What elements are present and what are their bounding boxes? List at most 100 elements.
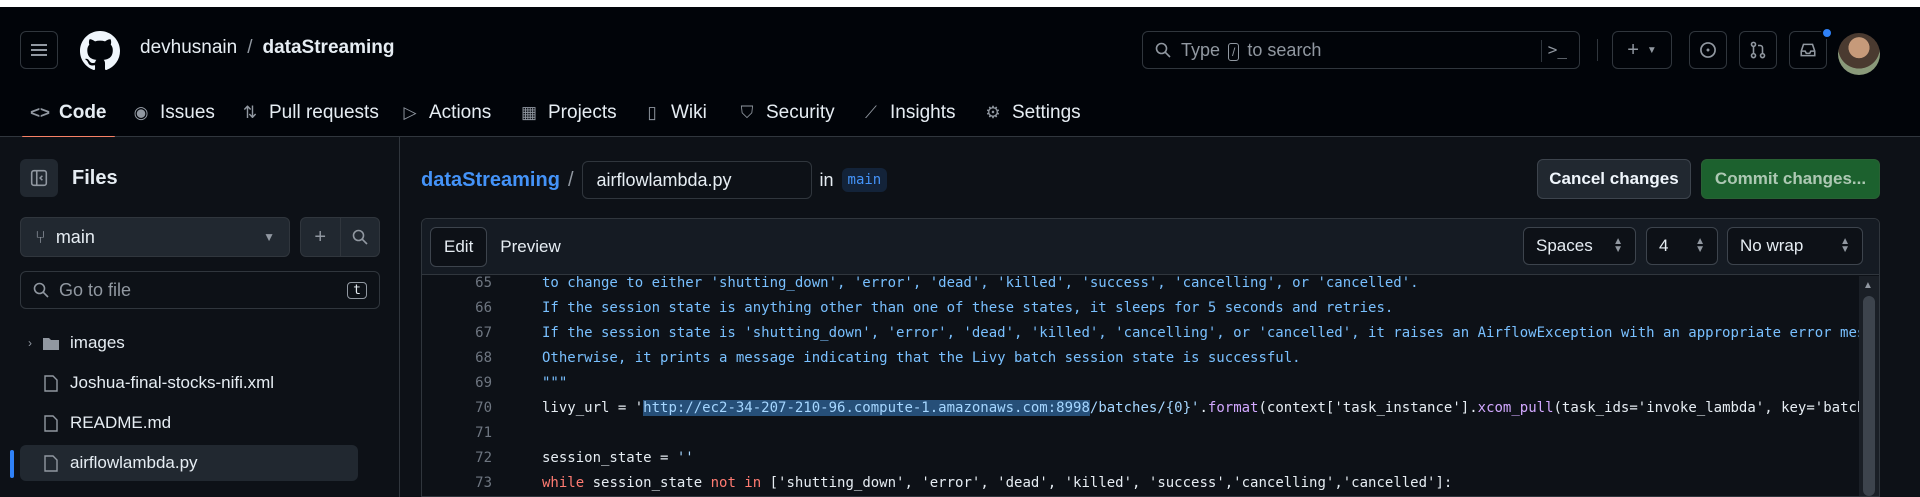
header-row: devhusnain / dataStreaming Type / to sea… [0, 7, 1920, 89]
edit-preview-toggle: Edit Preview [430, 227, 574, 267]
book-icon: ▯ [647, 103, 657, 122]
cancel-changes-button[interactable]: Cancel changes [1537, 159, 1691, 199]
search-files-button[interactable] [339, 218, 380, 256]
tree-item-file-selected[interactable]: airflowlambda.py [20, 445, 358, 481]
issue-opened-icon [1700, 42, 1716, 58]
repo-root-link[interactable]: dataStreaming [421, 169, 560, 192]
search-icon [1155, 42, 1171, 58]
pull-request-icon: ⇅ [242, 103, 258, 122]
filename-input[interactable]: airflowlambda.py [581, 161, 812, 199]
user-avatar[interactable] [1838, 33, 1880, 75]
create-new-button[interactable]: + ▼ [1612, 31, 1672, 69]
gear-icon: ⚙ [985, 103, 1001, 122]
breadcrumb-separator: / [247, 37, 253, 58]
file-icon [40, 414, 62, 432]
tab-security[interactable]: ⛉ Security [737, 89, 835, 137]
tree-item-images[interactable]: › images [20, 325, 358, 361]
tab-code[interactable]: <> Code [22, 89, 114, 138]
sidebar-actions: + [300, 217, 380, 257]
collapse-sidebar-button[interactable] [20, 159, 58, 197]
tab-issues[interactable]: ◉ Issues [131, 89, 215, 137]
scrollbar-thumb[interactable] [1863, 296, 1875, 496]
code-line: 68 Otherwise, it prints a message indica… [475, 349, 1301, 366]
sidebar-collapse-icon [30, 169, 48, 187]
issues-button[interactable] [1689, 31, 1727, 69]
main-area: Files ⑂ main ▼ + Go to file t › images J… [0, 137, 1920, 497]
play-icon: ▷ [403, 103, 417, 122]
tab-preview[interactable]: Preview [487, 227, 573, 267]
editor-toolbar: Edit Preview Spaces ▲ ▼ 4 ▲ ▼ No wrap ▲ ▼ [422, 219, 1879, 275]
table-icon: ▦ [520, 103, 538, 122]
selected-indicator [10, 450, 14, 478]
tab-projects[interactable]: ▦ Projects [519, 89, 617, 137]
notification-dot [1821, 27, 1833, 39]
code-icon: <> [30, 103, 50, 122]
file-tree-sidebar: Files ⑂ main ▼ + Go to file t › images J… [0, 137, 400, 497]
global-header: devhusnain / dataStreaming Type / to sea… [0, 7, 1920, 138]
file-icon [40, 374, 62, 392]
tree-item-file[interactable]: Joshua-final-stocks-nifi.xml [20, 365, 358, 401]
code-area[interactable]: 65 to change to either 'shutting_down', … [422, 275, 1879, 496]
triangle-down-icon: ▼ [1646, 44, 1657, 56]
code-line: 71 [475, 424, 492, 441]
indent-mode-select[interactable]: Spaces ▲ ▼ [1523, 227, 1636, 265]
branch-name: main [55, 226, 95, 247]
repo-link[interactable]: dataStreaming [262, 37, 394, 59]
branch-selector[interactable]: ⑂ main ▼ [20, 217, 290, 257]
select-arrows-icon: ▲ ▼ [1613, 236, 1623, 255]
go-to-file-placeholder: Go to file [59, 279, 132, 300]
tab-pull-requests[interactable]: ⇅ Pull requests [240, 89, 379, 137]
tab-edit[interactable]: Edit [430, 227, 488, 267]
repo-nav: <> Code ◉ Issues ⇅ Pull requests ▷ Actions ▦… [0, 89, 1920, 138]
menu-button[interactable] [20, 31, 58, 69]
go-to-file-shortcut: t [347, 281, 367, 299]
code-line: 70 livy_url = 'http://ec2-34-207-210-96.… [475, 399, 1860, 416]
plus-icon: + [1627, 38, 1639, 61]
git-pull-request-icon [1750, 41, 1766, 59]
github-logo-icon[interactable] [80, 31, 120, 71]
tab-actions[interactable]: ▷ Actions [400, 89, 491, 137]
command-palette-icon[interactable]: >_ [1548, 40, 1567, 59]
code-line: 66 If the session state is anything othe… [475, 299, 1394, 316]
triangle-down-icon: ▼ [263, 230, 275, 244]
scroll-up-arrow-icon[interactable]: ▲ [1863, 280, 1873, 291]
chevron-right-icon: › [28, 336, 32, 350]
search-input[interactable]: Type / to search >_ [1142, 31, 1580, 69]
code-line-partial: 65 to change to either 'shutting_down', … [475, 274, 1419, 291]
commit-changes-button[interactable]: Commit changes... [1701, 159, 1880, 199]
pull-requests-button[interactable] [1739, 31, 1777, 69]
search-placeholder: Type / to search [1181, 39, 1322, 61]
files-title: Files [72, 166, 118, 189]
tab-settings[interactable]: ⚙ Settings [983, 89, 1080, 137]
files-header: Files [20, 159, 118, 197]
owner-link[interactable]: devhusnain [140, 37, 237, 59]
editor-panel: dataStreaming / airflowlambda.py in main… [401, 137, 1920, 497]
search-shortcut-key: / [1228, 42, 1240, 61]
code-line: 69 """ [475, 374, 568, 391]
git-branch-icon: ⑂ [35, 226, 46, 247]
file-icon [40, 454, 62, 472]
issue-icon: ◉ [133, 103, 149, 122]
indent-size-select[interactable]: 4 ▲ ▼ [1646, 227, 1718, 265]
search-icon [352, 229, 368, 245]
select-arrows-icon: ▲ ▼ [1695, 236, 1705, 255]
tab-insights[interactable]: ⟋ Insights [861, 89, 955, 137]
shield-icon: ⛉ [740, 103, 754, 122]
code-line: 73 while session_state not in ['shutting… [475, 474, 1453, 491]
code-line: 67 If the session state is 'shutting_dow… [475, 324, 1860, 341]
go-to-file-input[interactable]: Go to file t [20, 271, 380, 309]
folder-icon [40, 336, 62, 351]
tree-item-file[interactable]: README.md [20, 405, 358, 441]
search-icon [33, 282, 49, 298]
branch-badge: main [841, 168, 888, 192]
vertical-scrollbar[interactable]: ▲ [1859, 276, 1879, 496]
plus-icon: + [314, 225, 327, 248]
hamburger-icon [31, 44, 47, 56]
file-breadcrumb: dataStreaming / airflowlambda.py in main [421, 161, 888, 199]
tab-wiki[interactable]: ▯ Wiki [642, 89, 707, 137]
add-file-button[interactable]: + [301, 218, 340, 256]
selected-text: http://ec2-34-207-210-96.compute-1.amazo… [643, 399, 1090, 416]
wrap-mode-select[interactable]: No wrap ▲ ▼ [1727, 227, 1863, 265]
inbox-icon [1800, 43, 1816, 57]
code-line: 72 session_state = '' [475, 449, 694, 466]
